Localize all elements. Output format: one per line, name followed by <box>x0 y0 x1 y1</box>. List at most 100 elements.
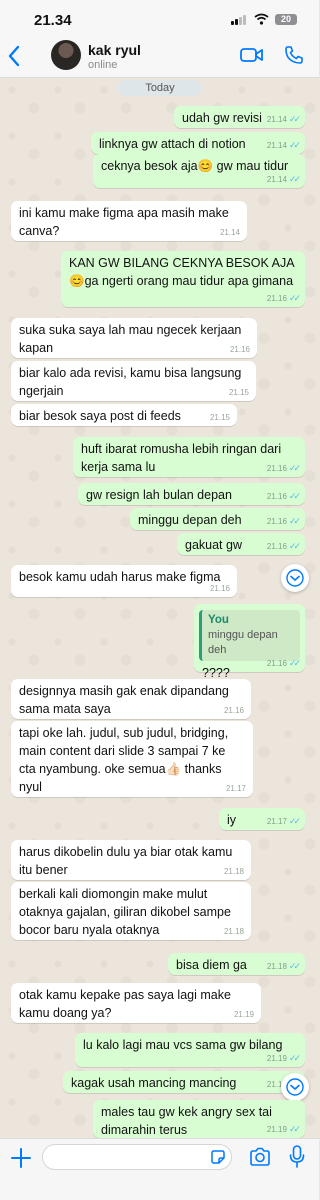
message-bubble[interactable]: bisa diem ga 21.18 ✓✓ <box>168 953 305 975</box>
message-input[interactable] <box>42 1144 232 1170</box>
read-receipt-icon: ✓✓ <box>288 174 301 184</box>
message-bubble[interactable]: designnya masih gak enak dipandang sama … <box>11 679 251 719</box>
message-time: 21.18 <box>266 962 287 971</box>
message-time: 21.19 <box>233 1010 254 1019</box>
chevron-left-icon[interactable] <box>6 44 22 68</box>
message-bubble[interactable]: udah gw revisi 21.14 ✓✓ <box>174 106 305 128</box>
message-time: 21.19 <box>266 1054 287 1063</box>
phone-icon[interactable] <box>284 45 304 65</box>
message-bubble[interactable]: besok kamu udah harus make figma 21.16 <box>11 565 237 597</box>
scroll-down-button[interactable] <box>281 564 309 592</box>
message-bubble[interactable]: berkali kali diomongin make mulut otakny… <box>11 882 251 940</box>
message-meta: 21.17 ✓✓ <box>267 816 301 827</box>
message-bubble[interactable]: gakuat gw 21.16 ✓✓ <box>177 533 305 555</box>
message-meta: 21.16 ✓✓ <box>267 491 301 502</box>
scroll-down-button[interactable] <box>281 1073 309 1101</box>
message-time: 21.17 <box>225 784 246 793</box>
message-time: 21.16 <box>266 659 287 668</box>
message-meta: 21.16 ✓✓ <box>266 516 301 527</box>
message-text: tapi oke lah. judul, sub judul, bridging… <box>19 726 229 794</box>
message-bubble[interactable]: gw resign lah bulan depan 21.16 ✓✓ <box>78 483 305 505</box>
message-bubble[interactable]: suka suka saya lah mau ngecek kerjaan ka… <box>11 318 257 358</box>
message-time: 21.16 <box>266 464 287 473</box>
read-receipt-icon: ✓✓ <box>288 114 301 124</box>
message-text: gw resign lah bulan depan <box>86 488 232 502</box>
message-bubble[interactable]: linknya gw attach di notion 21.14 ✓✓ <box>91 132 305 154</box>
chevron-down-icon <box>286 1078 304 1096</box>
message-text: suka suka saya lah mau ngecek kerjaan ka… <box>19 323 242 355</box>
message-time: 21.18 <box>223 867 244 876</box>
read-receipt-icon: ✓✓ <box>288 491 301 501</box>
message-text: besok kamu udah harus make figma <box>19 570 221 584</box>
message-meta: 21.16 ✓✓ <box>266 293 301 304</box>
message-meta: 21.14 ✓✓ <box>267 140 301 151</box>
message-bubble[interactable]: ini kamu make figma apa masih make canva… <box>11 201 247 241</box>
message-meta: 21.16 <box>230 345 250 355</box>
message-meta: 21.18 <box>224 927 244 937</box>
microphone-icon[interactable] <box>289 1145 305 1169</box>
message-text: KAN GW BILANG CEKNYA BESOK AJA 😊ga ngert… <box>69 256 294 288</box>
message-bubble[interactable]: kagak usah mancing mancing 21.19✓✓ <box>63 1071 305 1093</box>
read-receipt-icon: ✓✓ <box>288 816 301 826</box>
message-time: 21.16 <box>266 294 287 303</box>
read-receipt-icon: ✓✓ <box>288 516 301 526</box>
message-text: lu kalo lagi mau vcs sama gw bilang <box>83 1038 283 1052</box>
read-receipt-icon: ✓✓ <box>288 1053 301 1063</box>
quote-author: You <box>208 614 229 626</box>
video-call-icon[interactable] <box>240 46 264 64</box>
message-meta: 21.15 <box>210 413 230 423</box>
message-bubble[interactable]: You minggu depan deh ???? 21.16 ✓✓ <box>194 604 305 680</box>
message-meta: 21.19 <box>234 1010 254 1020</box>
message-time: 21.14 <box>266 115 287 124</box>
status-time: 21.34 <box>34 12 72 29</box>
message-bubble[interactable]: huft ibarat romusha lebih ringan dari ke… <box>73 437 305 477</box>
message-time: 21.16 <box>266 517 287 526</box>
message-text: harus dikobelin dulu ya biar otak kamu i… <box>19 845 233 877</box>
message-time: 21.16 <box>223 706 244 715</box>
message-text: otak kamu kepake pas saya lagi make kamu… <box>19 988 231 1020</box>
message-text: designnya masih gak enak dipandang sama … <box>19 684 229 716</box>
contact-status: online <box>88 59 118 71</box>
message-text: kagak usah mancing mancing <box>71 1076 237 1090</box>
message-text: biar kalo ada revisi, kamu bisa langsung… <box>19 366 242 398</box>
message-bubble[interactable]: ceknya besok aja😊 gw mau tidur 21.14 ✓✓ <box>93 154 305 188</box>
message-bubble[interactable]: males tau gw kek angry sex tai dimarahin… <box>93 1100 305 1138</box>
message-meta: 21.16 ✓✓ <box>266 463 301 474</box>
chat-area[interactable]: Today udah gw revisi 21.14 ✓✓ linknya gw … <box>0 78 319 1138</box>
message-time: 21.14 <box>219 228 240 237</box>
message-bubble[interactable]: otak kamu kepake pas saya lagi make kamu… <box>11 983 261 1023</box>
wifi-icon <box>254 13 269 25</box>
message-text: biar besok saya post di feeds <box>19 409 181 423</box>
chevron-down-icon <box>286 569 304 587</box>
battery-icon: 20 <box>275 14 297 25</box>
read-receipt-icon: ✓✓ <box>288 293 301 303</box>
camera-icon[interactable] <box>249 1147 271 1167</box>
read-receipt-icon: ✓✓ <box>288 463 301 473</box>
contact-name[interactable]: kak ryul <box>88 42 141 58</box>
message-text: ini kamu make figma apa masih make canva… <box>19 206 229 238</box>
message-bubble[interactable]: tapi oke lah. judul, sub judul, bridging… <box>11 721 253 797</box>
message-bubble[interactable]: KAN GW BILANG CEKNYA BESOK AJA 😊ga ngert… <box>61 251 305 307</box>
sticker-icon[interactable] <box>210 1149 226 1165</box>
message-bubble[interactable]: lu kalo lagi mau vcs sama gw bilang 21.1… <box>75 1033 305 1067</box>
plus-icon[interactable] <box>10 1147 32 1169</box>
read-receipt-icon: ✓✓ <box>288 541 301 551</box>
message-bubble[interactable]: biar kalo ada revisi, kamu bisa langsung… <box>11 361 256 401</box>
chat-header: kak ryul online <box>0 36 319 78</box>
message-bubble[interactable]: minggu depan deh 21.16 ✓✓ <box>130 508 305 530</box>
message-meta: 21.16 ✓✓ <box>266 658 301 669</box>
avatar[interactable] <box>51 40 81 70</box>
quoted-message[interactable]: You minggu depan deh <box>199 610 300 661</box>
quote-text: minggu depan deh <box>208 629 278 656</box>
message-bubble[interactable]: biar besok saya post di feeds 21.15 <box>11 404 237 426</box>
message-text: huft ibarat romusha lebih ringan dari ke… <box>81 442 282 474</box>
message-meta: 21.14 <box>220 228 240 238</box>
message-meta: 21.17 <box>226 784 246 794</box>
message-bubble[interactable]: iy 21.17 ✓✓ <box>219 808 305 830</box>
message-meta: 21.16 <box>224 706 244 716</box>
message-time: 21.16 <box>209 584 230 593</box>
message-text: berkali kali diomongin make mulut otakny… <box>19 887 231 937</box>
message-meta: 21.18 ✓✓ <box>266 961 301 972</box>
message-bubble[interactable]: harus dikobelin dulu ya biar otak kamu i… <box>11 840 251 880</box>
message-time: 21.15 <box>228 388 249 397</box>
